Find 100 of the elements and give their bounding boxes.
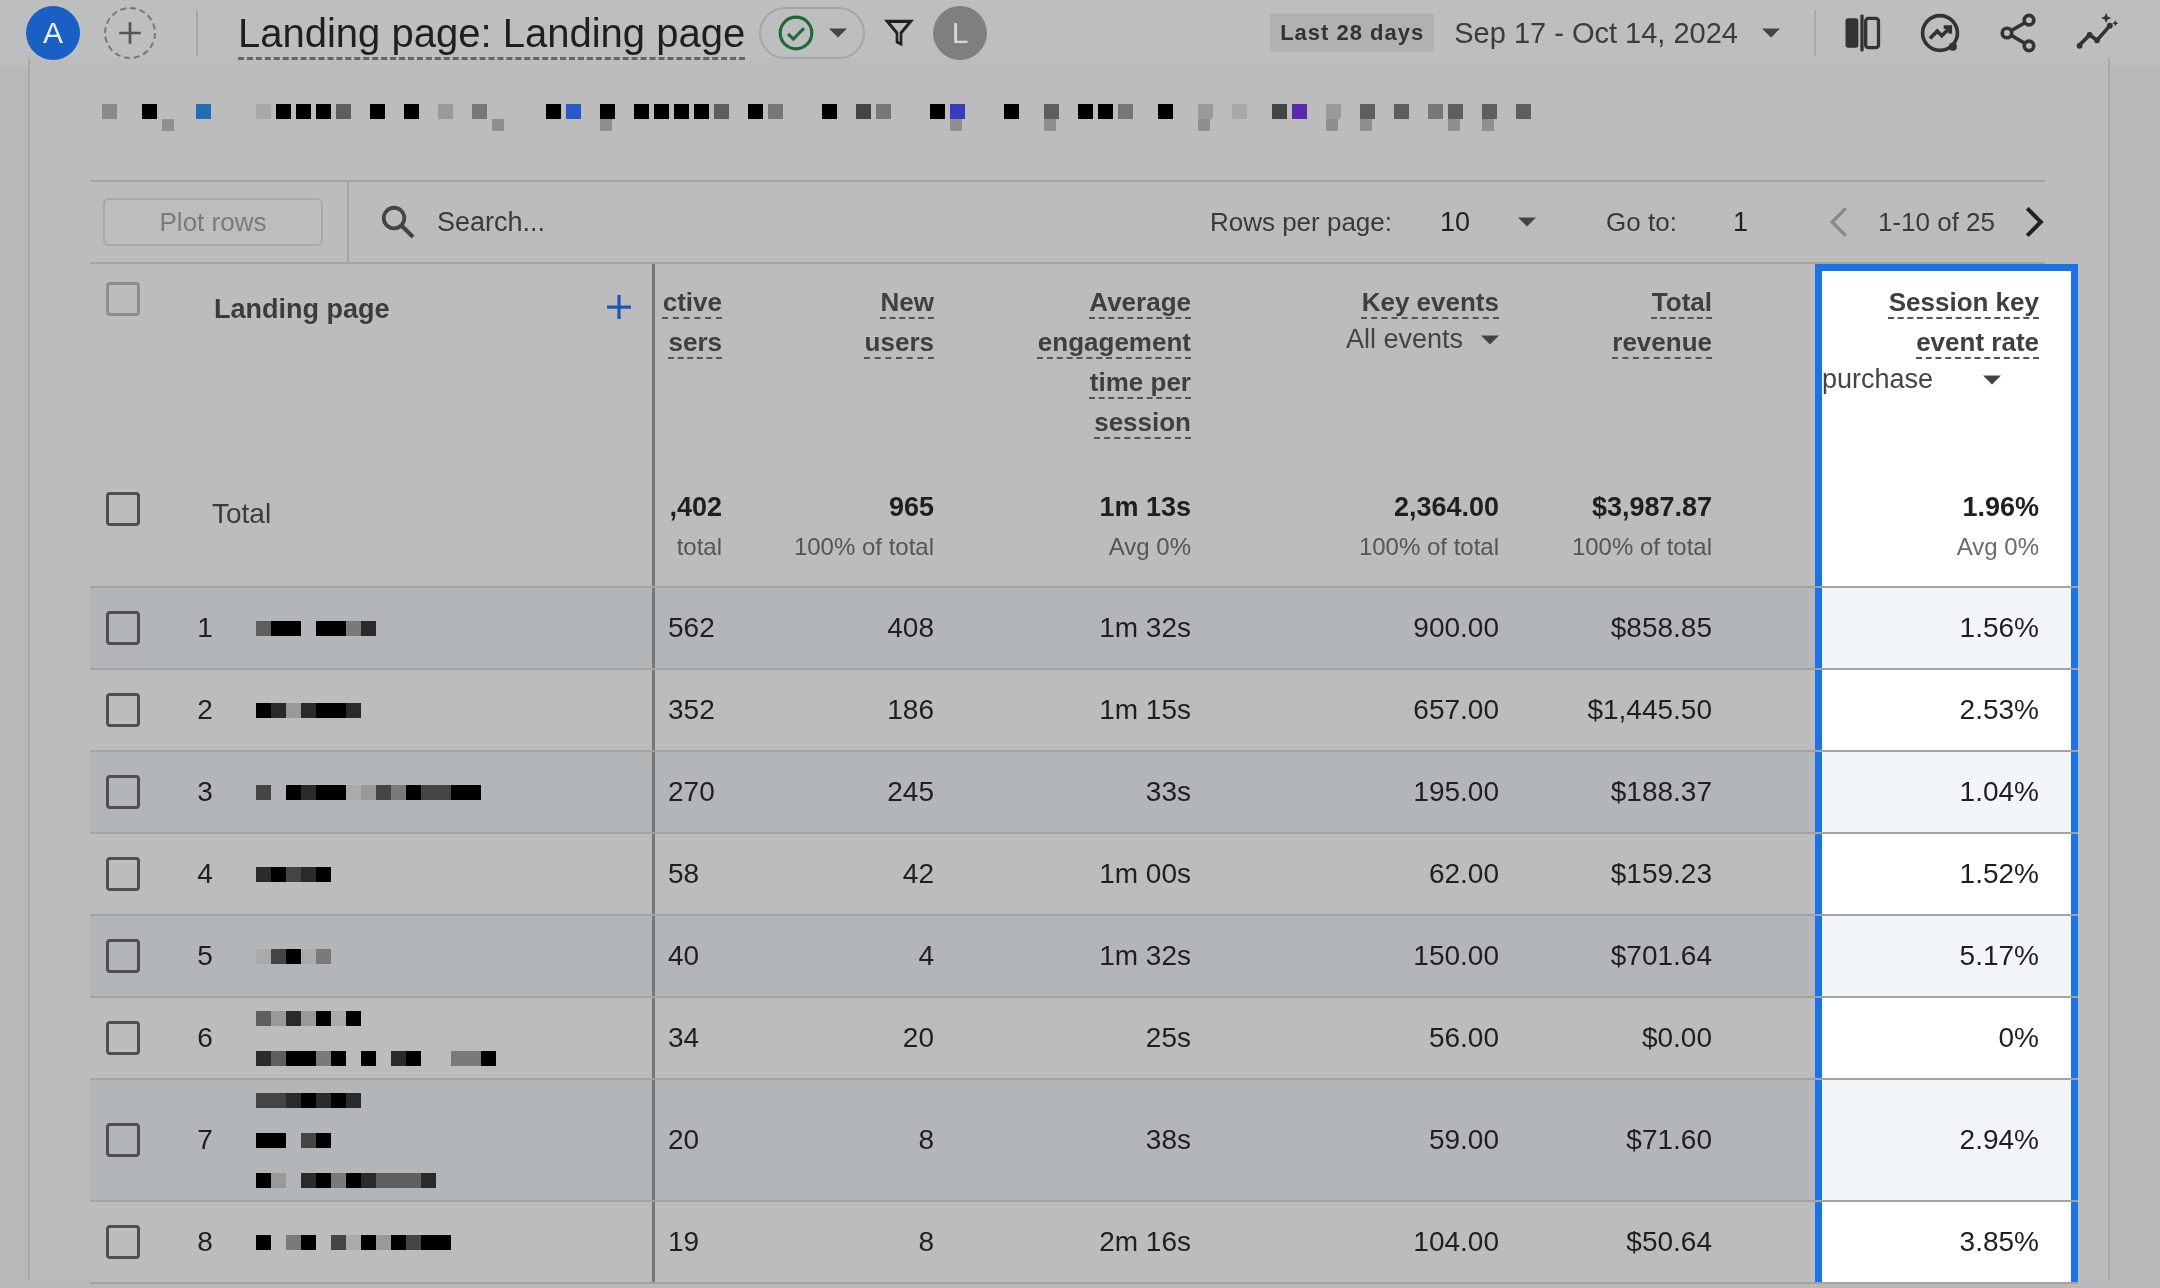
checkbox[interactable]	[106, 775, 140, 809]
table-cell: 56.00	[1428, 1022, 1499, 1054]
total-note: total	[676, 533, 722, 561]
table-cell: 58	[668, 858, 700, 890]
event-filter-dropdown[interactable]: purchase	[1822, 364, 2002, 395]
table-cell: 33s	[1145, 776, 1191, 808]
total-note: 100% of total	[793, 533, 934, 561]
column-header: Landing page	[214, 294, 390, 325]
caret-icon	[1481, 334, 1499, 345]
table-cell: 42	[902, 858, 934, 890]
table-cell: $0.00	[1641, 1022, 1712, 1054]
row-number: 4	[197, 858, 213, 890]
row-number: 1	[197, 612, 213, 644]
table-cell: 4	[918, 940, 934, 972]
table-cell: 1.52%	[1959, 858, 2039, 890]
table-cell: 3.85%	[1959, 1226, 2039, 1258]
insights-icon[interactable]	[1918, 11, 1962, 55]
table-cell: 5.17%	[1959, 940, 2039, 972]
caret-icon	[1518, 217, 1537, 227]
caret-icon	[1983, 374, 2002, 385]
table-cell: $188.37	[1610, 776, 1712, 808]
checkbox[interactable]	[106, 857, 140, 891]
caret-icon	[829, 28, 848, 38]
table-cell: 1m 15s	[1099, 694, 1191, 726]
table-cell: 40	[668, 940, 700, 972]
table-cell: 1m 32s	[1099, 940, 1191, 972]
account-avatar[interactable]: A	[26, 6, 80, 60]
table-cell: 1.56%	[1959, 612, 2039, 644]
rows-per-page-label: Rows per page:	[1209, 206, 1392, 238]
column-header[interactable]: Session key event rate	[1864, 282, 2039, 362]
date-caret-icon	[1762, 28, 1780, 38]
row-number: 5	[197, 940, 213, 972]
checkbox[interactable]	[106, 939, 140, 973]
table-cell: 62.00	[1428, 858, 1499, 890]
table-cell: 8	[918, 1226, 934, 1258]
column-header[interactable]: New users	[854, 282, 934, 362]
table-cell: 8	[918, 1124, 934, 1156]
row-number: 6	[197, 1022, 213, 1054]
column-header[interactable]: Key events	[1361, 282, 1499, 322]
date-range-selector[interactable]: Sep 17 - Oct 14, 2024	[1454, 16, 1738, 50]
table-cell: 1m 00s	[1099, 858, 1191, 890]
checkbox[interactable]	[106, 1021, 140, 1055]
table-cell: 2m 16s	[1099, 1226, 1191, 1258]
row-number: 3	[197, 776, 213, 808]
plus-icon	[117, 20, 143, 46]
table-cell: 19	[668, 1226, 700, 1258]
table-cell: 270	[668, 776, 715, 808]
plus-icon[interactable]	[606, 294, 632, 320]
total-value: ,402	[669, 492, 722, 523]
table-cell: 900.00	[1413, 612, 1499, 644]
total-value: 965	[888, 492, 934, 523]
table-cell: 1.04%	[1959, 776, 2039, 808]
checkbox[interactable]	[106, 492, 140, 526]
table-cell: $1,445.50	[1587, 694, 1712, 726]
total-value: $3,987.87	[1591, 492, 1712, 523]
table-cell: 186	[887, 694, 934, 726]
table-cell: 408	[887, 612, 934, 644]
table-cell: 150.00	[1413, 940, 1499, 972]
check-circle-icon	[777, 14, 816, 52]
table-cell: $159.23	[1610, 858, 1712, 890]
table-cell: 38s	[1145, 1124, 1191, 1156]
total-value: 1m 13s	[1099, 492, 1191, 523]
checkbox[interactable]	[106, 1225, 140, 1259]
checkbox[interactable]	[106, 1123, 140, 1157]
event-filter-dropdown[interactable]: All events	[1345, 324, 1499, 355]
table-cell: $701.64	[1610, 940, 1712, 972]
column-header[interactable]: ctive sers	[655, 282, 722, 362]
table-cell: 2.94%	[1959, 1124, 2039, 1156]
next-page-icon[interactable]	[2023, 205, 2045, 239]
page-range: 1-10 of 25	[1877, 206, 1995, 238]
total-label: Total	[212, 498, 272, 530]
total-value: 1.96%	[1962, 492, 2039, 523]
report-title[interactable]: Landing page: Landing page	[238, 10, 746, 56]
row-number: 2	[197, 694, 213, 726]
total-note: Avg 0%	[1108, 533, 1191, 561]
date-preset-label: Last 28 days	[1270, 14, 1435, 52]
table-cell: 352	[668, 694, 715, 726]
table-cell: 59.00	[1428, 1124, 1499, 1156]
go-to-field[interactable]: 1	[1732, 206, 1748, 238]
table-cell: 20	[668, 1124, 700, 1156]
total-note: Avg 0%	[1956, 533, 2039, 561]
table-cell: 0%	[1998, 1022, 2039, 1054]
checkbox[interactable]	[106, 693, 140, 727]
table-cell: $50.64	[1626, 1226, 1712, 1258]
table-cell: $71.60	[1626, 1124, 1712, 1156]
table-cell: 1m 32s	[1099, 612, 1191, 644]
search-field[interactable]: Search...	[435, 205, 839, 239]
table-cell: 245	[887, 776, 934, 808]
column-header[interactable]: Average engagement time per session	[1016, 282, 1191, 442]
table-cell: $858.85	[1610, 612, 1712, 644]
column-header[interactable]: Total revenue	[1572, 282, 1712, 362]
table-cell: 25s	[1145, 1022, 1191, 1054]
table-cell: 34	[668, 1022, 700, 1054]
rows-per-page-dropdown[interactable]: 10	[1440, 206, 1537, 238]
table-cell: 104.00	[1413, 1226, 1499, 1258]
go-to-label: Go to:	[1606, 206, 1677, 238]
table-cell: 562	[668, 612, 715, 644]
total-value: 2,364.00	[1393, 492, 1499, 523]
table-cell: 20	[902, 1022, 934, 1054]
checkbox[interactable]	[106, 611, 140, 645]
